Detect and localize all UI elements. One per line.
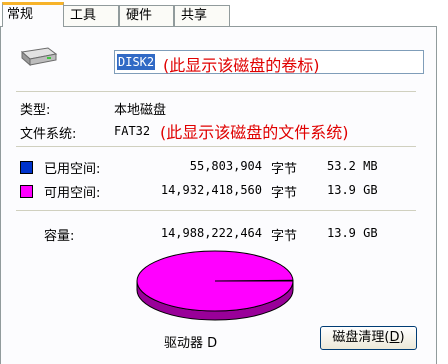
disk-cleanup-button[interactable]: 磁盘清理(D) <box>320 326 417 350</box>
tab-general[interactable]: 常规 <box>2 2 64 27</box>
tab-sharing-label: 共享 <box>181 8 208 23</box>
free-space-size: 13.9 GB <box>327 183 378 197</box>
file-system-label: 文件系统: <box>20 127 77 142</box>
volume-label-annotation: (此显示该磁盘的卷标) <box>163 56 320 75</box>
used-space-size: 53.2 MB <box>327 159 378 173</box>
used-space-unit: 字节 <box>271 162 298 177</box>
separator <box>16 91 416 92</box>
used-space-bytes: 55,803,904 <box>189 159 262 173</box>
tab-general-label: 常规 <box>7 7 34 22</box>
disk-usage-pie <box>136 250 294 321</box>
volume-label-input[interactable]: DISK2 (此显示该磁盘的卷标) <box>114 50 424 75</box>
disk-cleanup-suffix: ) <box>399 330 405 345</box>
free-space-swatch <box>20 185 33 198</box>
file-system-annotation: (此显示该磁盘的文件系统) <box>160 123 349 142</box>
capacity-label: 容量: <box>44 229 75 244</box>
tab-hardware[interactable]: 硬件 <box>119 5 174 26</box>
capacity-bytes: 14,988,222,464 <box>160 226 262 240</box>
hard-disk-icon <box>18 46 58 74</box>
free-space-label: 可用空间: <box>44 186 101 201</box>
capacity-unit: 字节 <box>271 229 298 244</box>
used-space-swatch <box>20 161 33 174</box>
tab-tools-label: 工具 <box>70 8 97 23</box>
capacity-size: 13.9 GB <box>327 226 378 240</box>
type-label: 类型: <box>20 103 51 118</box>
disk-cleanup-label: 磁盘清理( <box>332 330 390 345</box>
disk-cleanup-hotkey: D <box>389 330 400 345</box>
drive-label: 驱动器 D <box>164 336 218 351</box>
used-space-label: 已用空间: <box>44 162 101 177</box>
volume-label-value: DISK2 <box>117 54 156 70</box>
tab-tools[interactable]: 工具 <box>63 5 119 26</box>
file-system-value: FAT32 <box>114 124 151 138</box>
separator <box>16 210 416 211</box>
free-space-unit: 字节 <box>271 186 298 201</box>
tab-strip: 常规 工具 硬件 共享 <box>0 0 448 27</box>
separator <box>16 146 416 147</box>
tab-hardware-label: 硬件 <box>126 8 153 23</box>
tab-sharing[interactable]: 共享 <box>174 5 230 26</box>
type-value: 本地磁盘 <box>114 103 167 118</box>
free-space-bytes: 14,932,418,560 <box>160 183 262 197</box>
